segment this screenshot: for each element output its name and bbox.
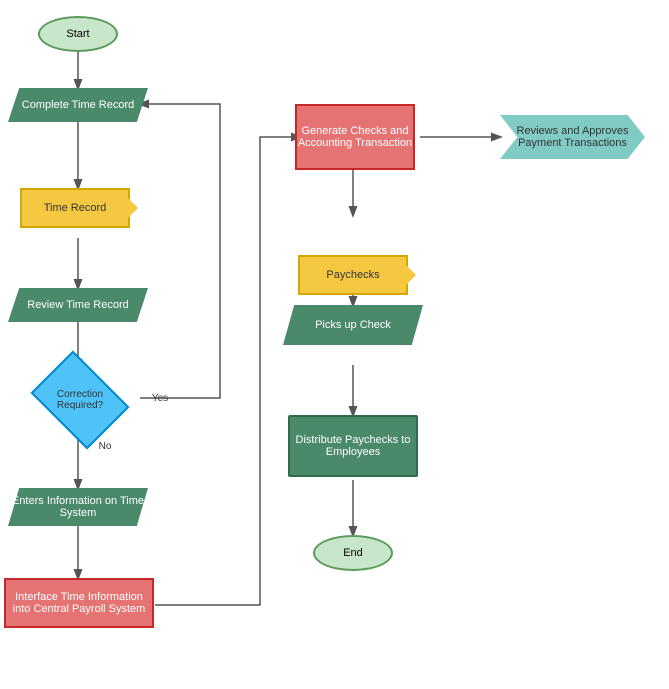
complete-time-record-label: Complete Time Record xyxy=(22,99,135,111)
review-time-record-node: Review Time Record xyxy=(8,288,148,322)
end-label: End xyxy=(343,547,363,559)
interface-time-label: Interface Time Information into Central … xyxy=(6,591,152,615)
correction-required-node: Correction Required? xyxy=(25,360,135,440)
enters-info-label: Enters Information on Time System xyxy=(8,495,148,519)
distribute-paychecks-label: Distribute Paychecks to Employees xyxy=(290,434,416,458)
correction-required-label: Correction Required? xyxy=(45,389,115,411)
paychecks-label: Paychecks xyxy=(326,269,379,281)
generate-checks-node: Generate Checks and Accounting Transacti… xyxy=(295,104,415,170)
start-label: Start xyxy=(66,28,89,40)
generate-checks-label: Generate Checks and Accounting Transacti… xyxy=(297,125,413,149)
picks-up-check-node: Picks up Check xyxy=(283,305,423,345)
no-label: No xyxy=(90,438,120,454)
yes-label: Yes xyxy=(145,390,175,406)
interface-time-node: Interface Time Information into Central … xyxy=(4,578,154,628)
enters-info-node: Enters Information on Time System xyxy=(8,488,148,526)
end-node: End xyxy=(313,535,393,571)
reviews-approves-node: Reviews and Approves Payment Transaction… xyxy=(500,115,645,159)
complete-time-record-node: Complete Time Record xyxy=(8,88,148,122)
flowchart-diagram: Start Complete Time Record Time Record R… xyxy=(0,0,669,689)
time-record-node: Time Record xyxy=(20,188,130,228)
distribute-paychecks-node: Distribute Paychecks to Employees xyxy=(288,415,418,477)
review-time-record-label: Review Time Record xyxy=(27,299,128,311)
start-node: Start xyxy=(38,16,118,52)
reviews-approves-label: Reviews and Approves Payment Transaction… xyxy=(500,125,645,149)
paychecks-node: Paychecks xyxy=(298,255,408,295)
picks-up-check-label: Picks up Check xyxy=(315,319,391,331)
time-record-label: Time Record xyxy=(44,202,107,214)
